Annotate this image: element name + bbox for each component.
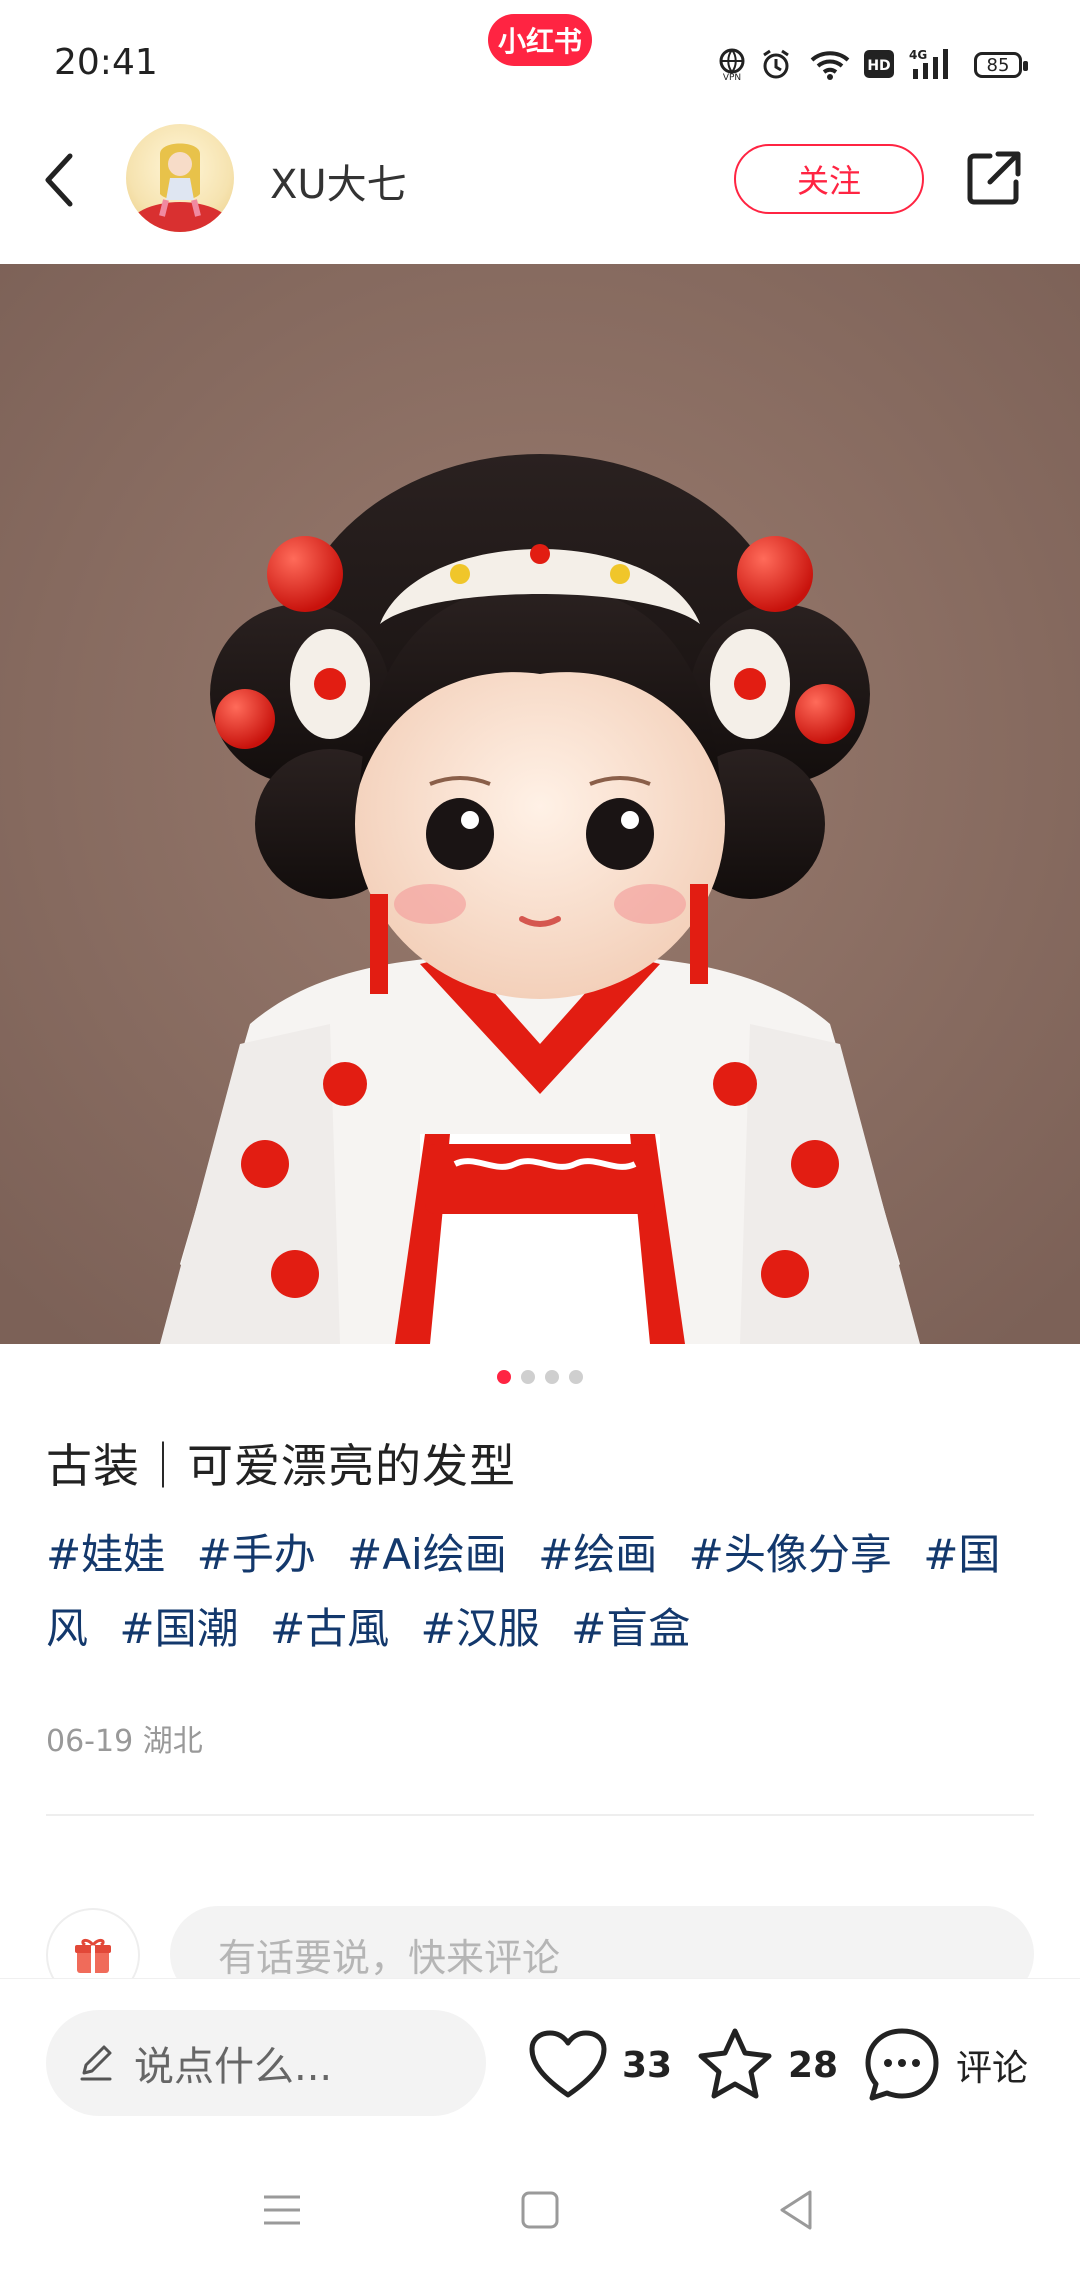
post-date-location: 06-19 湖北 bbox=[46, 1724, 203, 1759]
author-name[interactable]: XU大七 bbox=[270, 152, 407, 210]
vpn-icon: VPN bbox=[714, 46, 750, 82]
tag-link[interactable]: #国潮 bbox=[119, 1604, 238, 1653]
status-time: 20:41 bbox=[54, 42, 158, 83]
tag-link[interactable]: #绘画 bbox=[538, 1530, 657, 1579]
carousel-dot bbox=[521, 1370, 535, 1384]
tag-link[interactable]: #盲盒 bbox=[571, 1604, 690, 1653]
svg-text:HD: HD bbox=[867, 58, 890, 74]
menu-icon bbox=[264, 2195, 300, 2225]
like-button[interactable]: 33 bbox=[528, 2020, 672, 2110]
tag-link[interactable]: #汉服 bbox=[421, 1604, 540, 1653]
tag-link[interactable]: #古風 bbox=[270, 1604, 389, 1653]
star-icon bbox=[698, 2028, 772, 2099]
carousel-indicator bbox=[0, 1370, 1080, 1390]
comment-button[interactable]: 评论 bbox=[862, 2020, 1028, 2110]
like-count: 33 bbox=[622, 2044, 673, 2086]
svg-text:VPN: VPN bbox=[723, 73, 741, 81]
post-title: 古装｜可爱漂亮的发型 bbox=[46, 1439, 516, 1493]
triangle-back-icon bbox=[780, 2190, 812, 2230]
say-something-input[interactable]: 说点什么... bbox=[46, 2010, 486, 2116]
tag-link[interactable]: #头像分享 bbox=[689, 1530, 892, 1579]
post-image[interactable] bbox=[0, 264, 1080, 1344]
carousel-dot bbox=[569, 1370, 583, 1384]
cell-signal-icon: 4G bbox=[908, 46, 960, 82]
gift-icon bbox=[75, 1938, 111, 1973]
chevron-left-icon bbox=[45, 153, 73, 207]
wifi-icon bbox=[808, 46, 852, 82]
battery-icon: 85 bbox=[974, 52, 1028, 78]
hd-icon: HD bbox=[862, 46, 896, 82]
follow-button[interactable]: 关注 bbox=[734, 144, 924, 214]
back-nav-button[interactable] bbox=[766, 2180, 826, 2240]
back-button[interactable] bbox=[30, 140, 90, 220]
carousel-dot bbox=[545, 1370, 559, 1384]
pencil-icon bbox=[80, 2045, 112, 2081]
svg-text:4G: 4G bbox=[909, 48, 927, 62]
comment-bubble-icon bbox=[865, 2028, 939, 2101]
tag-list: #娃娃 #手办 #Ai绘画 #绘画 #头像分享 #国风 #国潮 #古風 #汉服 … bbox=[46, 1518, 1036, 1666]
favorite-count: 28 bbox=[788, 2044, 839, 2086]
alarm-icon bbox=[758, 46, 794, 82]
avatar[interactable] bbox=[126, 124, 234, 232]
favorite-button[interactable]: 28 bbox=[696, 2020, 838, 2110]
carousel-dot bbox=[497, 1370, 511, 1384]
share-icon bbox=[967, 151, 1021, 205]
tag-link[interactable]: #Ai绘画 bbox=[347, 1530, 507, 1579]
say-placeholder: 说点什么... bbox=[134, 2044, 333, 2090]
tag-link[interactable]: #娃娃 bbox=[46, 1530, 165, 1579]
square-icon bbox=[521, 2191, 559, 2229]
app-badge: 小红书 bbox=[488, 14, 592, 66]
share-button[interactable] bbox=[958, 144, 1028, 214]
tag-link[interactable]: #手办 bbox=[197, 1530, 316, 1579]
home-nav-button[interactable] bbox=[510, 2180, 570, 2240]
heart-icon bbox=[529, 2030, 607, 2098]
comment-label: 评论 bbox=[956, 2048, 1029, 2089]
divider bbox=[46, 1814, 1034, 1816]
menu-nav-button[interactable] bbox=[252, 2180, 312, 2240]
